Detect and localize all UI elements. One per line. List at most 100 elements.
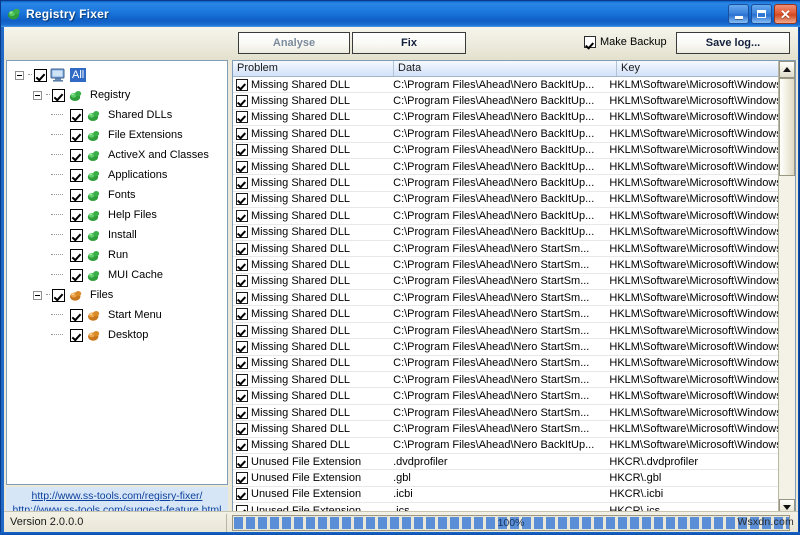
scroll-up-button[interactable] [779,61,795,78]
row-checkbox[interactable] [236,95,248,108]
row-checkbox[interactable] [236,340,248,353]
tree-item-checkbox[interactable] [34,68,47,82]
tree-item-checkbox[interactable] [52,288,65,302]
row-checkbox[interactable] [236,78,248,91]
table-row[interactable]: Missing Shared DLL C:\Program Files\Ahead… [233,208,778,225]
tree-item-checkbox[interactable] [70,248,83,262]
tree-collapse-icon[interactable] [33,290,42,300]
tree-item-help-files[interactable]: Help Files [7,205,227,225]
table-row[interactable]: Missing Shared DLL C:\Program Files\Ahead… [233,438,778,454]
tree-item-checkbox[interactable] [70,328,83,342]
row-checkbox[interactable] [236,308,248,321]
table-row[interactable]: Missing Shared DLL C:\Program Files\Ahead… [233,175,778,192]
analyse-button[interactable]: Analyse [238,32,350,54]
tree-item-fonts[interactable]: Fonts [7,185,227,205]
row-checkbox[interactable] [236,226,248,239]
tree-item-all[interactable]: All [7,65,227,85]
table-row[interactable]: Unused File Extension .icbi HKCR\.icbi [233,487,778,504]
table-row[interactable]: Missing Shared DLL C:\Program Files\Ahead… [233,93,778,110]
tree-item-checkbox[interactable] [70,268,83,282]
table-row[interactable]: Missing Shared DLL C:\Program Files\Ahead… [233,306,778,323]
fix-button[interactable]: Fix [352,32,466,54]
table-row[interactable]: Missing Shared DLL C:\Program Files\Ahead… [233,225,778,241]
row-checkbox[interactable] [236,144,248,157]
row-checkbox[interactable] [236,488,248,501]
tree-item-checkbox[interactable] [52,88,65,102]
tree-item-checkbox[interactable] [70,108,83,122]
table-row[interactable]: Missing Shared DLL C:\Program Files\Ahead… [233,290,778,307]
row-checkbox[interactable] [236,472,248,485]
tree-item-files[interactable]: Files [7,285,227,305]
tree-item-shared-dlls[interactable]: Shared DLLs [7,105,227,125]
row-checkbox[interactable] [236,390,248,403]
row-checkbox[interactable] [236,160,248,173]
row-checkbox[interactable] [236,373,248,386]
tree-item-checkbox[interactable] [70,208,83,222]
row-checkbox[interactable] [236,455,248,468]
row-checkbox[interactable] [236,422,248,435]
table-row[interactable]: Missing Shared DLL C:\Program Files\Ahead… [233,323,778,340]
tree-item-checkbox[interactable] [70,188,83,202]
tree-item-desktop[interactable]: Desktop [7,325,227,345]
column-header-data[interactable]: Data [394,61,617,76]
table-row[interactable]: Missing Shared DLL C:\Program Files\Ahead… [233,110,778,127]
tree-item-run[interactable]: Run [7,245,227,265]
minimize-button[interactable] [728,4,749,24]
table-row[interactable]: Missing Shared DLL C:\Program Files\Ahead… [233,274,778,291]
table-row[interactable]: Missing Shared DLL C:\Program Files\Ahead… [233,77,778,94]
row-checkbox[interactable] [236,127,248,140]
row-checkbox[interactable] [236,258,248,271]
table-row[interactable]: Missing Shared DLL C:\Program Files\Ahead… [233,339,778,356]
maximize-button[interactable] [751,4,772,24]
save-log-button[interactable]: Save log... [676,32,790,54]
vertical-scrollbar[interactable] [778,61,795,516]
table-row[interactable]: Missing Shared DLL C:\Program Files\Ahead… [233,421,778,438]
link-homepage[interactable]: http://www.ss-tools.com/regisry-fixer/ [6,489,228,503]
tree-item-file-extensions[interactable]: File Extensions [7,125,227,145]
row-checkbox[interactable] [236,242,248,255]
table-row[interactable]: Missing Shared DLL C:\Program Files\Ahead… [233,372,778,389]
tree-item-registry[interactable]: Registry [7,85,227,105]
table-row[interactable]: Missing Shared DLL C:\Program Files\Ahead… [233,192,778,209]
vertical-scroll-thumb[interactable] [779,78,795,176]
make-backup-checkbox-group[interactable]: Make Backup [584,36,667,48]
category-tree-panel[interactable]: All Registry Shared DLLs File Extensions Act… [6,60,228,485]
tree-item-start-menu[interactable]: Start Menu [7,305,227,325]
table-row[interactable]: Missing Shared DLL C:\Program Files\Ahead… [233,159,778,176]
column-header-problem[interactable]: Problem [233,61,394,76]
tree-item-mui-cache[interactable]: MUI Cache [7,265,227,285]
close-button[interactable]: ✕ [774,4,797,24]
tree-collapse-icon[interactable] [15,70,24,80]
row-checkbox[interactable] [236,111,248,124]
row-checkbox[interactable] [236,406,248,419]
problems-listview[interactable]: Problem Data Key Missing Shared DLL C:\Pr… [232,60,796,532]
table-row[interactable]: Missing Shared DLL C:\Program Files\Ahead… [233,126,778,143]
row-checkbox[interactable] [236,193,248,206]
table-row[interactable]: Unused File Extension .dvdprofiler HKCR\.d… [233,454,778,471]
row-checkbox[interactable] [236,209,248,222]
tree-item-activex-and-classes[interactable]: ActiveX and Classes [7,145,227,165]
table-row[interactable]: Missing Shared DLL C:\Program Files\Ahead… [233,257,778,274]
tree-item-applications[interactable]: Applications [7,165,227,185]
tree-item-checkbox[interactable] [70,128,83,142]
tree-item-install[interactable]: Install [7,225,227,245]
row-checkbox[interactable] [236,324,248,337]
table-row[interactable]: Unused File Extension .gbl HKCR\.gbl [233,470,778,487]
vertical-scroll-track[interactable] [779,78,795,499]
row-checkbox[interactable] [236,439,248,452]
table-row[interactable]: Missing Shared DLL C:\Program Files\Ahead… [233,405,778,422]
tree-item-checkbox[interactable] [70,168,83,182]
row-checkbox[interactable] [236,357,248,370]
table-row[interactable]: Missing Shared DLL C:\Program Files\Ahead… [233,143,778,159]
row-checkbox[interactable] [236,275,248,288]
tree-item-checkbox[interactable] [70,228,83,242]
table-row[interactable]: Missing Shared DLL C:\Program Files\Ahead… [233,356,778,373]
column-header-key[interactable]: Key [617,61,795,76]
tree-item-checkbox[interactable] [70,148,83,162]
row-checkbox[interactable] [236,291,248,304]
make-backup-checkbox[interactable] [584,36,596,48]
tree-collapse-icon[interactable] [33,90,42,100]
row-checkbox[interactable] [236,177,248,190]
table-row[interactable]: Missing Shared DLL C:\Program Files\Ahead… [233,388,778,405]
table-row[interactable]: Missing Shared DLL C:\Program Files\Ahead… [233,241,778,258]
